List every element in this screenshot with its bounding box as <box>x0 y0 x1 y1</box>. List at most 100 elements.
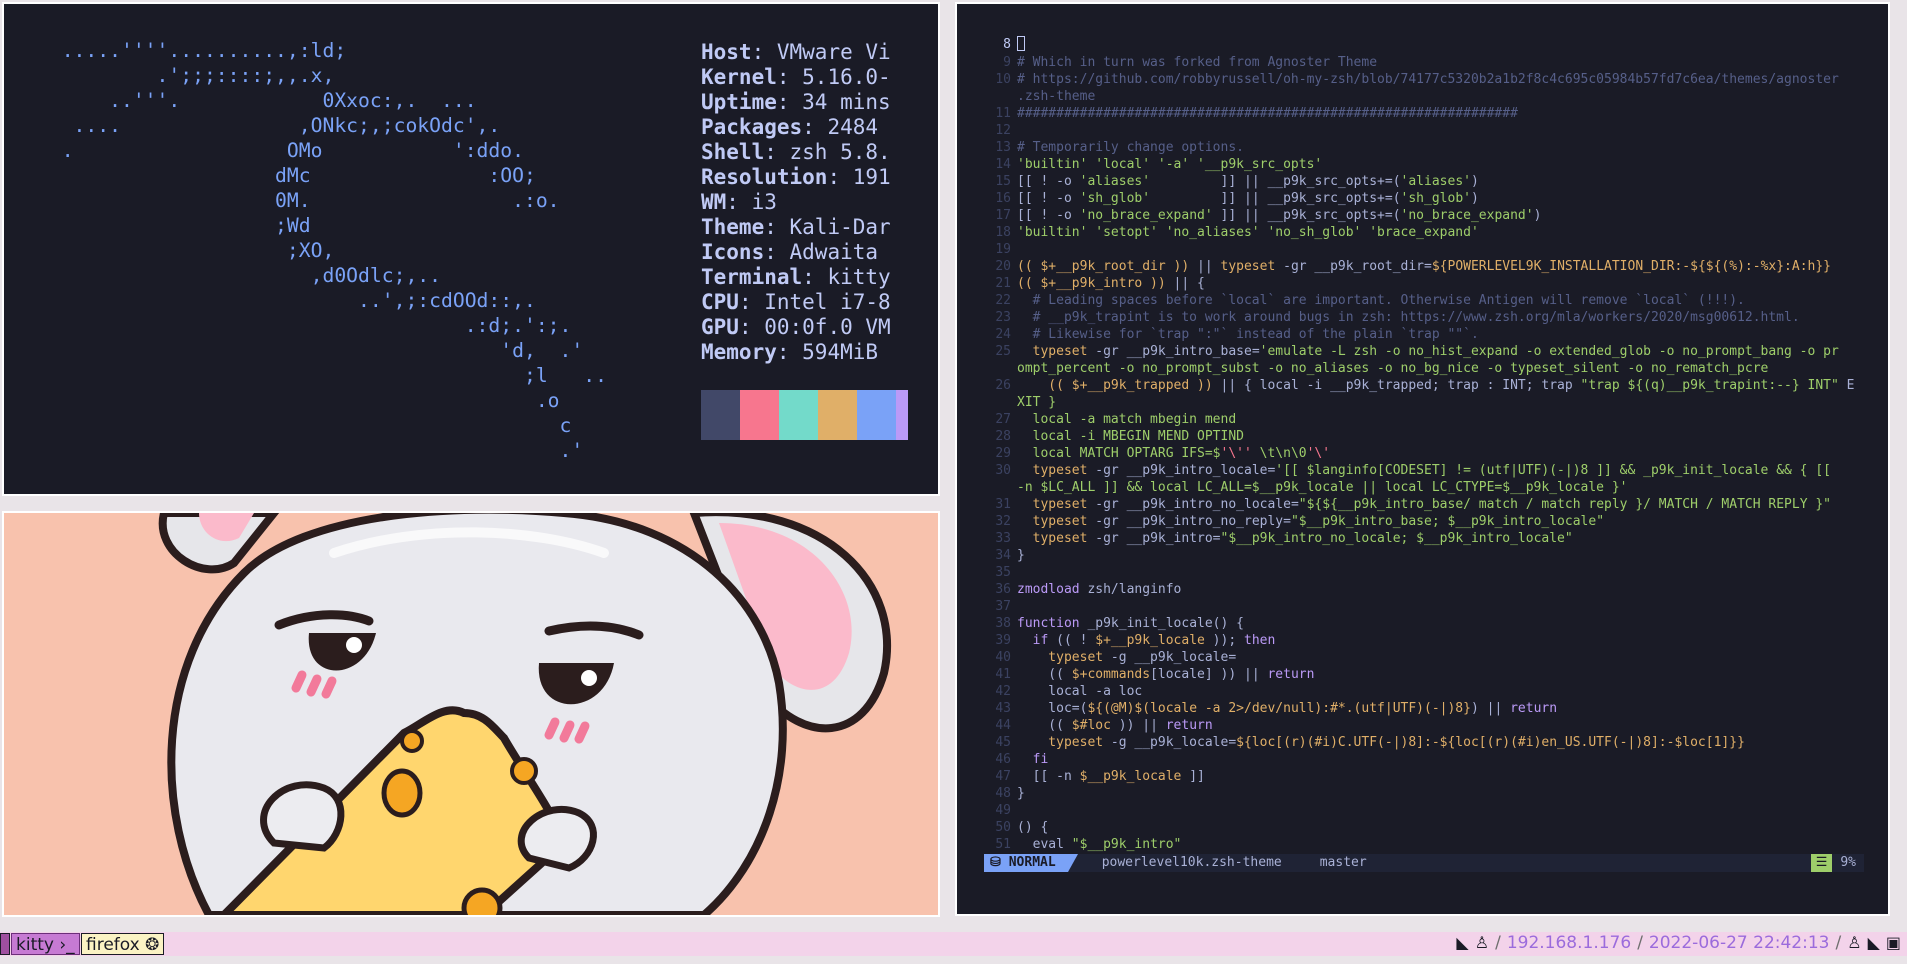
line-number: 26 <box>995 378 1011 393</box>
git-branch: master <box>1319 855 1367 870</box>
code-token: $+__p9k_locale <box>1095 633 1205 648</box>
code-line: 12 <box>984 122 1864 139</box>
code-token: typeset <box>1017 650 1104 665</box>
line-text: [[ ! -o 'aliases' ]] || __p9k_src_opts+=… <box>1017 173 1479 190</box>
code-token: typeset <box>1017 514 1088 529</box>
code-token: $+commands <box>1071 667 1151 682</box>
lines-icon: ☰ <box>1810 854 1833 872</box>
code-token: function <box>1017 616 1080 631</box>
code-token: return <box>1267 667 1315 682</box>
code-line: 47 [[ -n $__p9k_locale ]] <box>984 768 1864 785</box>
line-text: loc=(${(@M)$(locale -a 2>/dev/null):#*.(… <box>1017 700 1557 717</box>
code-token: } <box>1017 786 1025 801</box>
line-number: 18 <box>995 225 1011 240</box>
line-number: 21 <box>995 276 1011 291</box>
code-token: "trap ${(q)__p9k_trapint:--} INT" <box>1580 378 1839 393</box>
line-number <box>984 479 1017 496</box>
vim-status-line: ⛁ NORMAL powerlevel10k.zsh-theme master … <box>984 854 1864 872</box>
code-line: 34} <box>984 547 1864 564</box>
line-text: typeset -gr __p9k_intro_no_reply="$__p9k… <box>1017 513 1604 530</box>
info-value: VMware Vi <box>776 40 891 64</box>
code-line: 32 typeset -gr __p9k_intro_no_reply="$__… <box>984 513 1864 530</box>
info-row: Resolution: 191 <box>701 165 891 189</box>
code-token: typeset <box>1017 531 1088 546</box>
neofetch-terminal-window[interactable]: .....''''..........,:ld; .';;;::::;,,.x,… <box>2 2 940 496</box>
separator: / <box>1495 933 1501 953</box>
code-token: -gr __p9k_root_dir= <box>1275 259 1432 274</box>
code-token: '\'' <box>1220 446 1252 461</box>
code-token: (( ! <box>1048 633 1096 648</box>
power-icon[interactable]: ▣ <box>1886 932 1901 954</box>
code-token: (( <box>1017 718 1072 733</box>
code-buffer[interactable]: 8 9 # Which in turn was forked from Agnost… <box>984 36 1864 853</box>
code-token: (( <box>1017 667 1072 682</box>
code-token: -g __p9k_locale= <box>1103 650 1237 665</box>
line-number: 36 <box>995 582 1011 597</box>
ascii-line: 0M. .:o. <box>275 189 560 212</box>
ascii-line: ..'''. 0Xxoc:,. ... <box>109 89 477 112</box>
code-token: ${loc[(r)(#i)C.UTF(-|)8]:-${loc[(r)(#i)e… <box>1236 735 1745 750</box>
date-time: 2022-06-27 22:42:13 <box>1648 933 1830 953</box>
info-value: 5.16.0- <box>802 65 891 89</box>
code-token: 'builtin' 'setopt' 'no_aliases' 'no_sh_g… <box>1017 225 1479 240</box>
line-number: 13 <box>995 140 1011 155</box>
workspace-button-1[interactable] <box>0 933 10 955</box>
line-text: # https://github.com/robbyrussell/oh-my-… <box>1017 71 1839 88</box>
line-text: local -a match mbegin mend <box>1017 411 1237 428</box>
code-line: 13 # Temporarily change options. <box>984 139 1864 156</box>
line-text: [[ -n $__p9k_locale ]] <box>1017 768 1205 785</box>
code-line: 24 # Likewise for `trap ":"` instead of … <box>984 326 1864 343</box>
line-number: 8 <box>1003 37 1011 52</box>
info-value: Kali-Dar <box>789 215 891 239</box>
line-number: 46 <box>995 752 1011 767</box>
line-number: 30 <box>995 463 1011 478</box>
line-text: function _p9k_init_locale() { <box>1017 615 1244 632</box>
code-token: typeset <box>1017 463 1088 478</box>
line-text: typeset -gr __p9k_intro_locale='[[ $lang… <box>1017 462 1831 479</box>
line-text: if (( ! $+__p9k_locale )); then <box>1017 632 1276 649</box>
line-text: # Which in turn was forked from Agnoster… <box>1017 54 1377 71</box>
tux-icon: ♙ <box>1474 933 1490 952</box>
line-number: 51 <box>995 837 1011 852</box>
code-token: 'emulate -L zsh -o no_hist_expand -o ext… <box>1259 344 1839 359</box>
ascii-line: dMc :OO; <box>275 164 536 187</box>
code-token: $__p9k_locale <box>1079 769 1182 784</box>
info-key: Kernel <box>701 65 777 89</box>
code-token: typeset <box>1017 344 1088 359</box>
code-token: .zsh-theme <box>1017 89 1096 104</box>
workspace-button-kitty[interactable]: kitty ›_ <box>11 933 80 955</box>
ascii-line: .:d;.':;. <box>464 314 572 337</box>
tux-icon: ♙ <box>1847 933 1862 952</box>
code-token: return <box>1165 718 1213 733</box>
ascii-line: c <box>559 414 572 437</box>
line-number: 12 <box>995 123 1011 138</box>
line-text: typeset -g __p9k_locale= <box>1017 649 1236 666</box>
code-line: 9 # Which in turn was forked from Agnoste… <box>984 54 1864 71</box>
code-line: 49 <box>984 802 1864 819</box>
ascii-line: 'd, .' <box>500 339 584 362</box>
code-token: -gr __p9k_intro_base= <box>1087 344 1260 359</box>
kali-dragon-icon: ◣ <box>1456 933 1469 952</box>
status-tray: ◣ ♙ / 192.168.1.176 / 2022-06-27 22:42:1… <box>1456 932 1901 954</box>
color-swatch <box>779 390 818 440</box>
info-row: Memory: 594MiB <box>701 340 879 364</box>
code-token: '[[ $langinfo[CODESET] != (utf|UTF)(-|)8… <box>1275 463 1831 478</box>
code-token: ) || <box>1470 701 1511 716</box>
line-text: 'builtin' 'setopt' 'no_aliases' 'no_sh_g… <box>1017 224 1479 241</box>
workspace-button-firefox[interactable]: firefox ❂ <box>81 933 165 955</box>
code-token: [[ -n <box>1017 769 1080 784</box>
vim-editor-window[interactable]: 8 9 # Which in turn was forked from Agnost… <box>955 2 1890 916</box>
code-line: 40 typeset -g __p9k_locale= <box>984 649 1864 666</box>
info-key: Packages <box>701 115 803 139</box>
info-row: Terminal: kitty <box>701 265 891 289</box>
info-row: GPU: 00:0f.0 VM <box>701 315 891 339</box>
code-line: 22 # Leading spaces before `local` are i… <box>984 292 1864 309</box>
code-line: .zsh-theme <box>984 88 1864 105</box>
line-number <box>984 394 1017 411</box>
code-line: 23 # __p9k_trapint is to work around bug… <box>984 309 1864 326</box>
kali-ascii-logo: .....''''..........,:ld; .';;;::::;,,.x,… <box>38 38 607 463</box>
code-line: 46 fi <box>984 751 1864 768</box>
code-token: -gr __p9k_intro_no_reply= <box>1087 514 1291 529</box>
code-token: 'sh_glob' <box>1079 191 1151 206</box>
code-token: (( $+__p9k_root_dir )) <box>1017 259 1190 274</box>
